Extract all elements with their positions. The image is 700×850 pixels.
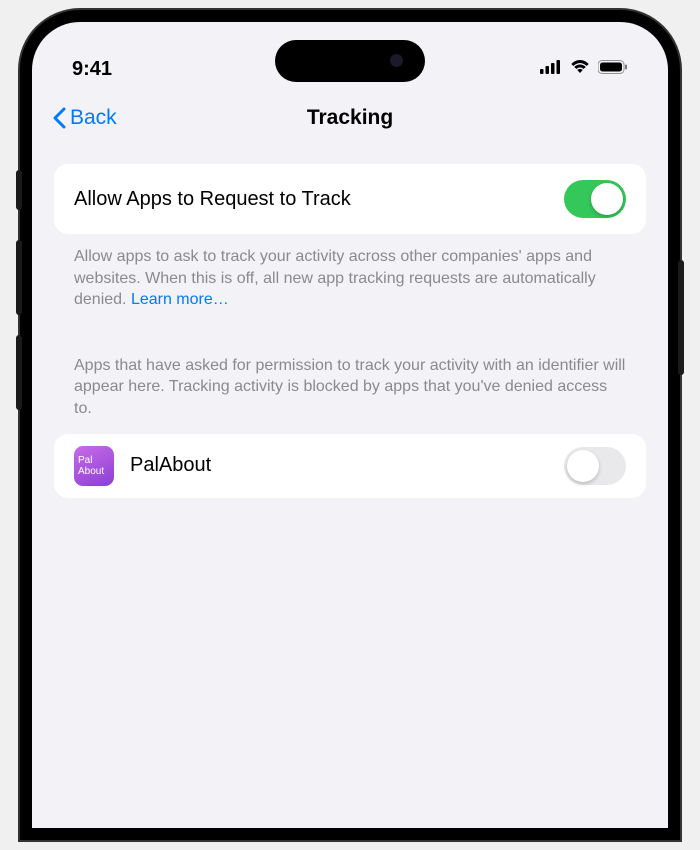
status-icons — [540, 59, 628, 79]
toggle-knob — [591, 183, 623, 215]
content-area: Allow Apps to Request to Track Allow app… — [32, 148, 668, 514]
side-button — [16, 170, 22, 210]
allow-tracking-label: Allow Apps to Request to Track — [74, 188, 351, 211]
nav-bar: Back Tracking — [32, 92, 668, 148]
dynamic-island — [275, 40, 425, 82]
cellular-icon — [540, 60, 562, 79]
app-tracking-toggle[interactable] — [564, 447, 626, 485]
app-tracking-cell[interactable]: Pal About PalAbout — [54, 434, 646, 498]
chevron-left-icon — [52, 107, 66, 129]
status-time: 9:41 — [72, 58, 112, 81]
toggle-knob — [567, 450, 599, 482]
app-name-label: PalAbout — [130, 454, 548, 477]
apps-section-header: Apps that have asked for permission to t… — [54, 343, 646, 420]
volume-down-button — [16, 335, 22, 410]
wifi-icon — [570, 59, 590, 79]
phone-screen: 9:41 Back Tracking Allow — [32, 22, 668, 828]
power-button — [678, 260, 684, 375]
volume-up-button — [16, 240, 22, 315]
allow-tracking-cell[interactable]: Allow Apps to Request to Track — [54, 164, 646, 234]
battery-icon — [598, 60, 628, 79]
phone-frame: 9:41 Back Tracking Allow — [20, 10, 680, 840]
app-icon: Pal About — [74, 446, 114, 486]
page-title: Tracking — [307, 106, 393, 130]
back-button[interactable]: Back — [52, 106, 117, 130]
allow-tracking-toggle[interactable] — [564, 180, 626, 218]
allow-tracking-footer: Allow apps to ask to track your activity… — [54, 234, 646, 311]
back-label: Back — [70, 106, 117, 130]
learn-more-link[interactable]: Learn more… — [131, 291, 229, 308]
